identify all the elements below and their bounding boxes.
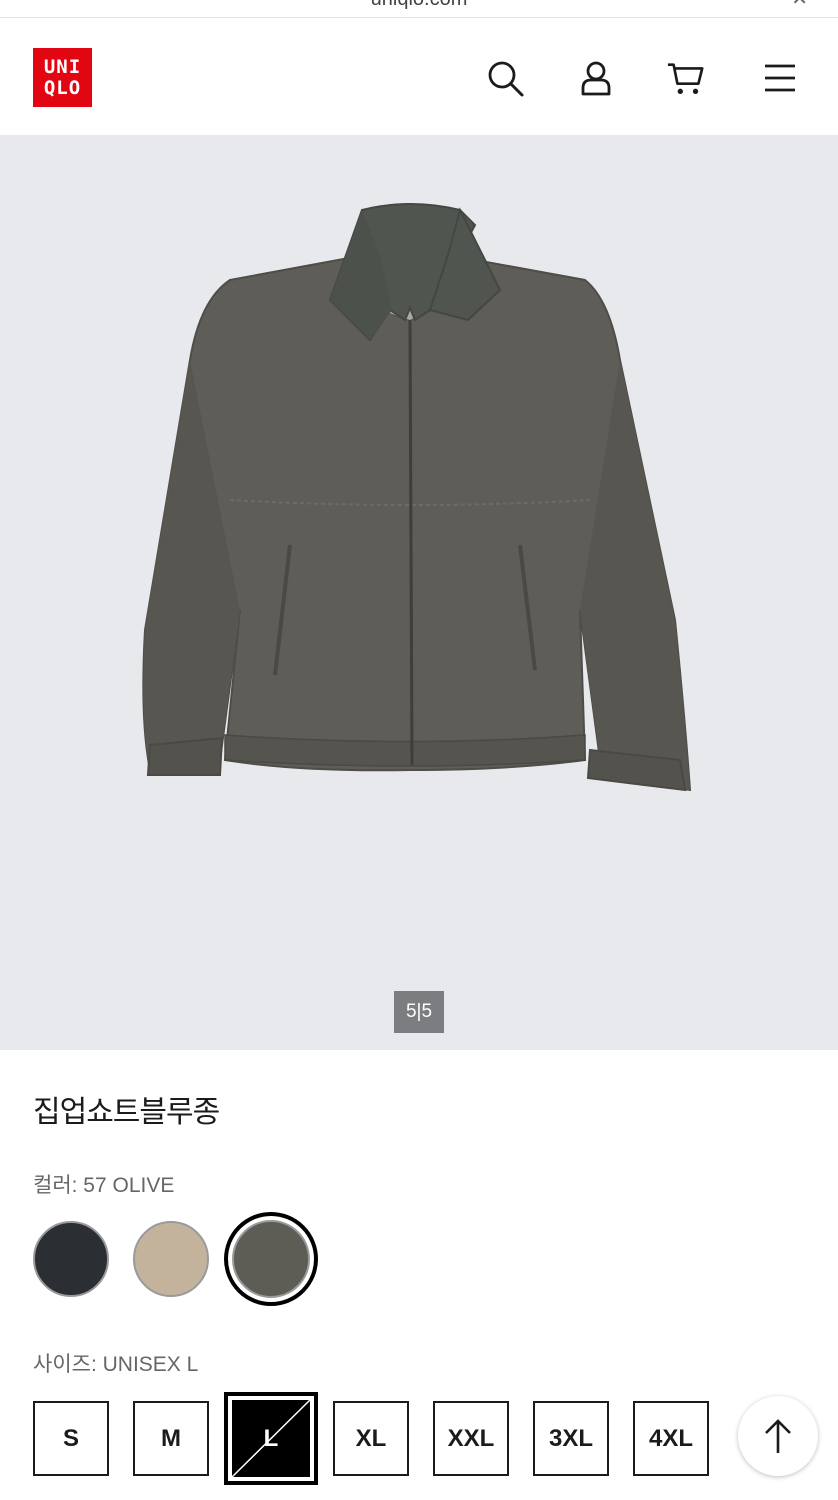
color-swatch-beige[interactable] [133, 1221, 209, 1297]
user-icon[interactable] [576, 58, 616, 98]
size-button-l-label: L [263, 1424, 279, 1452]
color-swatch-navy[interactable] [33, 1221, 109, 1297]
product-image-jacket [142, 203, 692, 792]
browser-url-bar[interactable]: uniqlo.com ✕ [0, 0, 838, 18]
size-button-xl[interactable]: XL [333, 1401, 409, 1476]
site-header: UNI QLO [0, 18, 838, 135]
product-title: 집업쇼트블루종 [33, 1095, 220, 1130]
size-button-l-selected[interactable]: L [224, 1392, 318, 1485]
size-button-s[interactable]: S [33, 1401, 109, 1476]
size-button-4xl[interactable]: 4XL [633, 1401, 709, 1476]
url-text: uniqlo.com [0, 0, 838, 11]
logo-line2: QLO [43, 76, 82, 99]
color-swatch-olive[interactable] [232, 1220, 310, 1298]
logo-line1: UNI [43, 55, 82, 78]
cart-icon[interactable] [666, 58, 706, 98]
close-icon[interactable]: ✕ [791, 0, 808, 10]
size-button-3xl[interactable]: 3XL [533, 1401, 609, 1476]
uniqlo-logo[interactable]: UNI QLO [33, 48, 92, 107]
size-label: 사이즈: UNISEX L [33, 1353, 199, 1376]
size-button-m[interactable]: M [133, 1401, 209, 1476]
menu-icon[interactable] [760, 58, 800, 98]
search-icon[interactable] [485, 58, 525, 98]
scroll-to-top-button[interactable] [738, 1396, 818, 1476]
size-l-fill: L [232, 1400, 310, 1477]
size-button-xxl[interactable]: XXL [433, 1401, 509, 1476]
product-image-gallery[interactable]: 5|5 [0, 135, 838, 1050]
color-label: 컬러: 57 OLIVE [33, 1174, 175, 1197]
image-counter: 5|5 [394, 991, 444, 1033]
arrow-up-icon [765, 1419, 791, 1453]
